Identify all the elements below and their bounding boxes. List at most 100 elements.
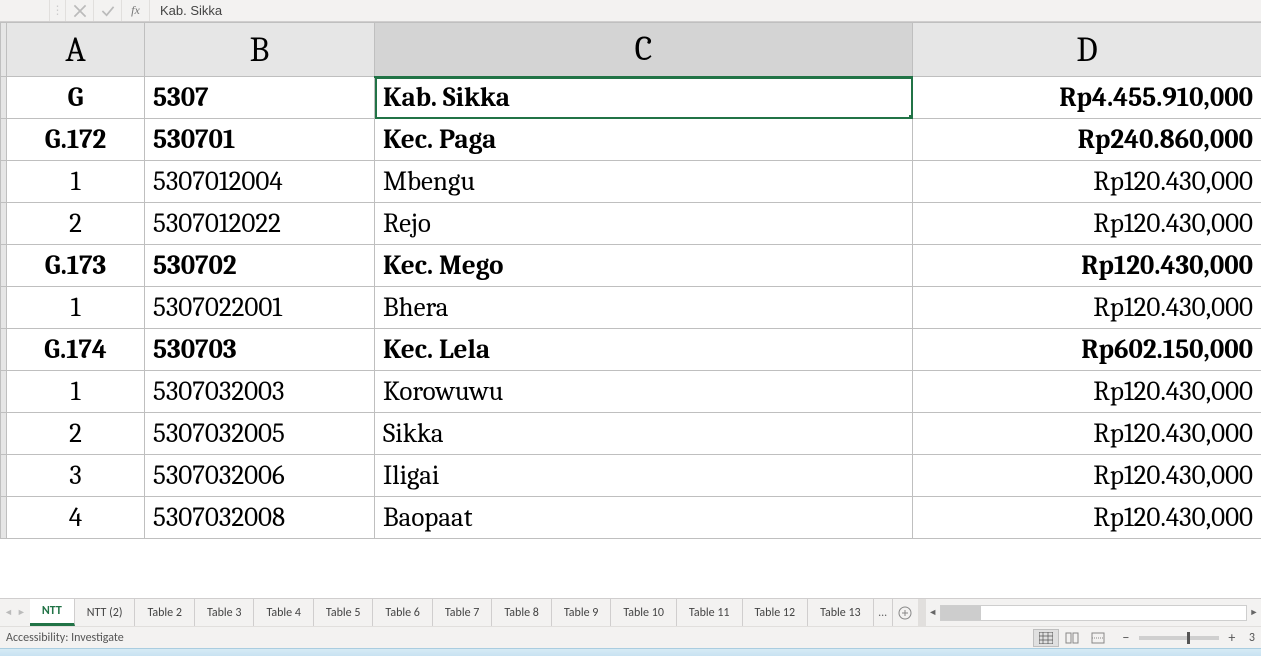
col-header-D[interactable]: D — [913, 23, 1261, 77]
formula-input[interactable]: Kab. Sikka — [150, 0, 1261, 21]
hscroll-thumb[interactable] — [941, 606, 981, 620]
zoom-thumb[interactable] — [1187, 632, 1190, 644]
spreadsheet-grid[interactable]: A B C D G5307Kab. SikkaRp4.455.910,000G.… — [0, 22, 1261, 598]
cell-C[interactable]: Rejo — [375, 203, 913, 245]
cell-C[interactable]: Kec. Lela — [375, 329, 913, 371]
status-text: Accessibility: Investigate — [6, 631, 124, 645]
hscroll-track[interactable] — [940, 605, 1247, 621]
sheet-tab[interactable]: Table 4 — [254, 599, 313, 626]
col-header-C[interactable]: C — [375, 23, 913, 77]
cell-B[interactable]: 5307012004 — [145, 161, 375, 203]
sheet-tab[interactable]: Table 9 — [552, 599, 611, 626]
sheet-tab[interactable]: NTT (2) — [75, 599, 136, 626]
sheet-tab[interactable]: Table 11 — [677, 599, 743, 626]
cell-B[interactable]: 530703 — [145, 329, 375, 371]
cell-D[interactable]: Rp602.150,000 — [913, 329, 1261, 371]
sheet-tab[interactable]: Table 2 — [135, 599, 194, 626]
table-row: 35307032006IligaiRp120.430,000 — [1, 455, 1261, 497]
name-box[interactable] — [0, 0, 50, 21]
sheet-tab[interactable]: Table 7 — [433, 599, 492, 626]
cell-C[interactable]: Mbengu — [375, 161, 913, 203]
cell-C[interactable]: Bhera — [375, 287, 913, 329]
view-page-break-icon[interactable] — [1085, 629, 1111, 647]
view-page-layout-icon[interactable] — [1059, 629, 1085, 647]
sheet-tab[interactable]: Table 12 — [743, 599, 809, 626]
cell-D[interactable]: Rp120.430,000 — [913, 245, 1261, 287]
col-header-A[interactable]: A — [7, 23, 145, 77]
cell-A[interactable]: G.172 — [7, 119, 145, 161]
fx-icon[interactable]: fx — [122, 0, 150, 21]
cell-B[interactable]: 5307032005 — [145, 413, 375, 455]
zoom-track[interactable] — [1139, 636, 1219, 640]
cell-B[interactable]: 530701 — [145, 119, 375, 161]
zoom-out-button[interactable]: − — [1119, 631, 1133, 645]
cell-B[interactable]: 5307012022 — [145, 203, 375, 245]
cell-D[interactable]: Rp120.430,000 — [913, 455, 1261, 497]
zoom-in-button[interactable]: + — [1225, 631, 1239, 645]
cell-B[interactable]: 5307032006 — [145, 455, 375, 497]
table-row: G5307Kab. SikkaRp4.455.910,000 — [1, 77, 1261, 119]
tabs-prev-icon[interactable]: ◄ — [4, 607, 13, 618]
cell-C[interactable]: Kec. Mego — [375, 245, 913, 287]
cell-A[interactable]: 2 — [7, 203, 145, 245]
zoom-slider: − + 3 — [1119, 631, 1255, 645]
cell-D[interactable]: Rp240.860,000 — [913, 119, 1261, 161]
cell-A[interactable]: 2 — [7, 413, 145, 455]
cell-A[interactable]: G.173 — [7, 245, 145, 287]
sheet-tab[interactable]: Table 5 — [314, 599, 373, 626]
sheet-tab[interactable]: Table 10 — [611, 599, 677, 626]
cell-C[interactable]: Kab. Sikka — [375, 77, 913, 119]
cell-C[interactable]: Kec. Paga — [375, 119, 913, 161]
table-row: G.173530702Kec. MegoRp120.430,000 — [1, 245, 1261, 287]
hscroll-right-icon[interactable]: ► — [1247, 605, 1261, 621]
table-row: 25307032005SikkaRp120.430,000 — [1, 413, 1261, 455]
cell-D[interactable]: Rp120.430,000 — [913, 161, 1261, 203]
cell-A[interactable]: 1 — [7, 161, 145, 203]
cell-B[interactable]: 5307022001 — [145, 287, 375, 329]
cell-D[interactable]: Rp120.430,000 — [913, 413, 1261, 455]
cell-A[interactable]: 1 — [7, 371, 145, 413]
cell-C[interactable]: Korowuwu — [375, 371, 913, 413]
cell-A[interactable]: G — [7, 77, 145, 119]
tabs-more-icon[interactable]: ... — [874, 599, 892, 626]
zoom-value[interactable]: 3 — [1249, 631, 1255, 645]
sheet-tabs: NTTNTT (2)Table 2Table 3Table 4Table 5Ta… — [30, 599, 874, 626]
sheet-tab[interactable]: Table 8 — [492, 599, 551, 626]
cell-B[interactable]: 5307032008 — [145, 497, 375, 539]
table-row: 25307012022RejoRp120.430,000 — [1, 203, 1261, 245]
sheet-tabs-bar: ◄ ► NTTNTT (2)Table 2Table 3Table 4Table… — [0, 598, 1261, 626]
cell-D[interactable]: Rp120.430,000 — [913, 203, 1261, 245]
cell-D[interactable]: Rp120.430,000 — [913, 287, 1261, 329]
cell-B[interactable]: 5307 — [145, 77, 375, 119]
cell-B[interactable]: 530702 — [145, 245, 375, 287]
new-sheet-button[interactable] — [892, 599, 918, 626]
sheet-tab[interactable]: NTT — [30, 599, 75, 626]
horizontal-scrollbar[interactable]: ◄ ► — [926, 599, 1261, 626]
cell-D[interactable]: Rp120.430,000 — [913, 497, 1261, 539]
cell-C[interactable]: Baopaat — [375, 497, 913, 539]
hscroll-left-icon[interactable]: ◄ — [926, 605, 940, 621]
cell-A[interactable]: 1 — [7, 287, 145, 329]
table-row: 45307032008BaopaatRp120.430,000 — [1, 497, 1261, 539]
cell-A[interactable]: 4 — [7, 497, 145, 539]
cell-A[interactable]: G.174 — [7, 329, 145, 371]
sheet-tab[interactable]: Table 13 — [808, 599, 874, 626]
tabs-nav: ◄ ► — [0, 599, 30, 626]
sheet-tab[interactable]: Table 6 — [373, 599, 432, 626]
view-normal-icon[interactable] — [1033, 629, 1059, 647]
table-row: G.174530703Kec. LelaRp602.150,000 — [1, 329, 1261, 371]
cell-D[interactable]: Rp120.430,000 — [913, 371, 1261, 413]
tabs-next-icon[interactable]: ► — [17, 607, 26, 618]
accept-icon[interactable] — [94, 0, 122, 21]
cancel-icon[interactable] — [66, 0, 94, 21]
cell-B[interactable]: 5307032003 — [145, 371, 375, 413]
cell-C[interactable]: Iligai — [375, 455, 913, 497]
name-box-more-icon[interactable]: ⋮ — [50, 0, 66, 21]
cell-C[interactable]: Sikka — [375, 413, 913, 455]
sheet-tab[interactable]: Table 3 — [195, 599, 254, 626]
status-bar: Accessibility: Investigate − + 3 — [0, 626, 1261, 648]
col-header-B[interactable]: B — [145, 23, 375, 77]
tabs-splitter[interactable] — [918, 599, 926, 626]
cell-A[interactable]: 3 — [7, 455, 145, 497]
cell-D[interactable]: Rp4.455.910,000 — [913, 77, 1261, 119]
